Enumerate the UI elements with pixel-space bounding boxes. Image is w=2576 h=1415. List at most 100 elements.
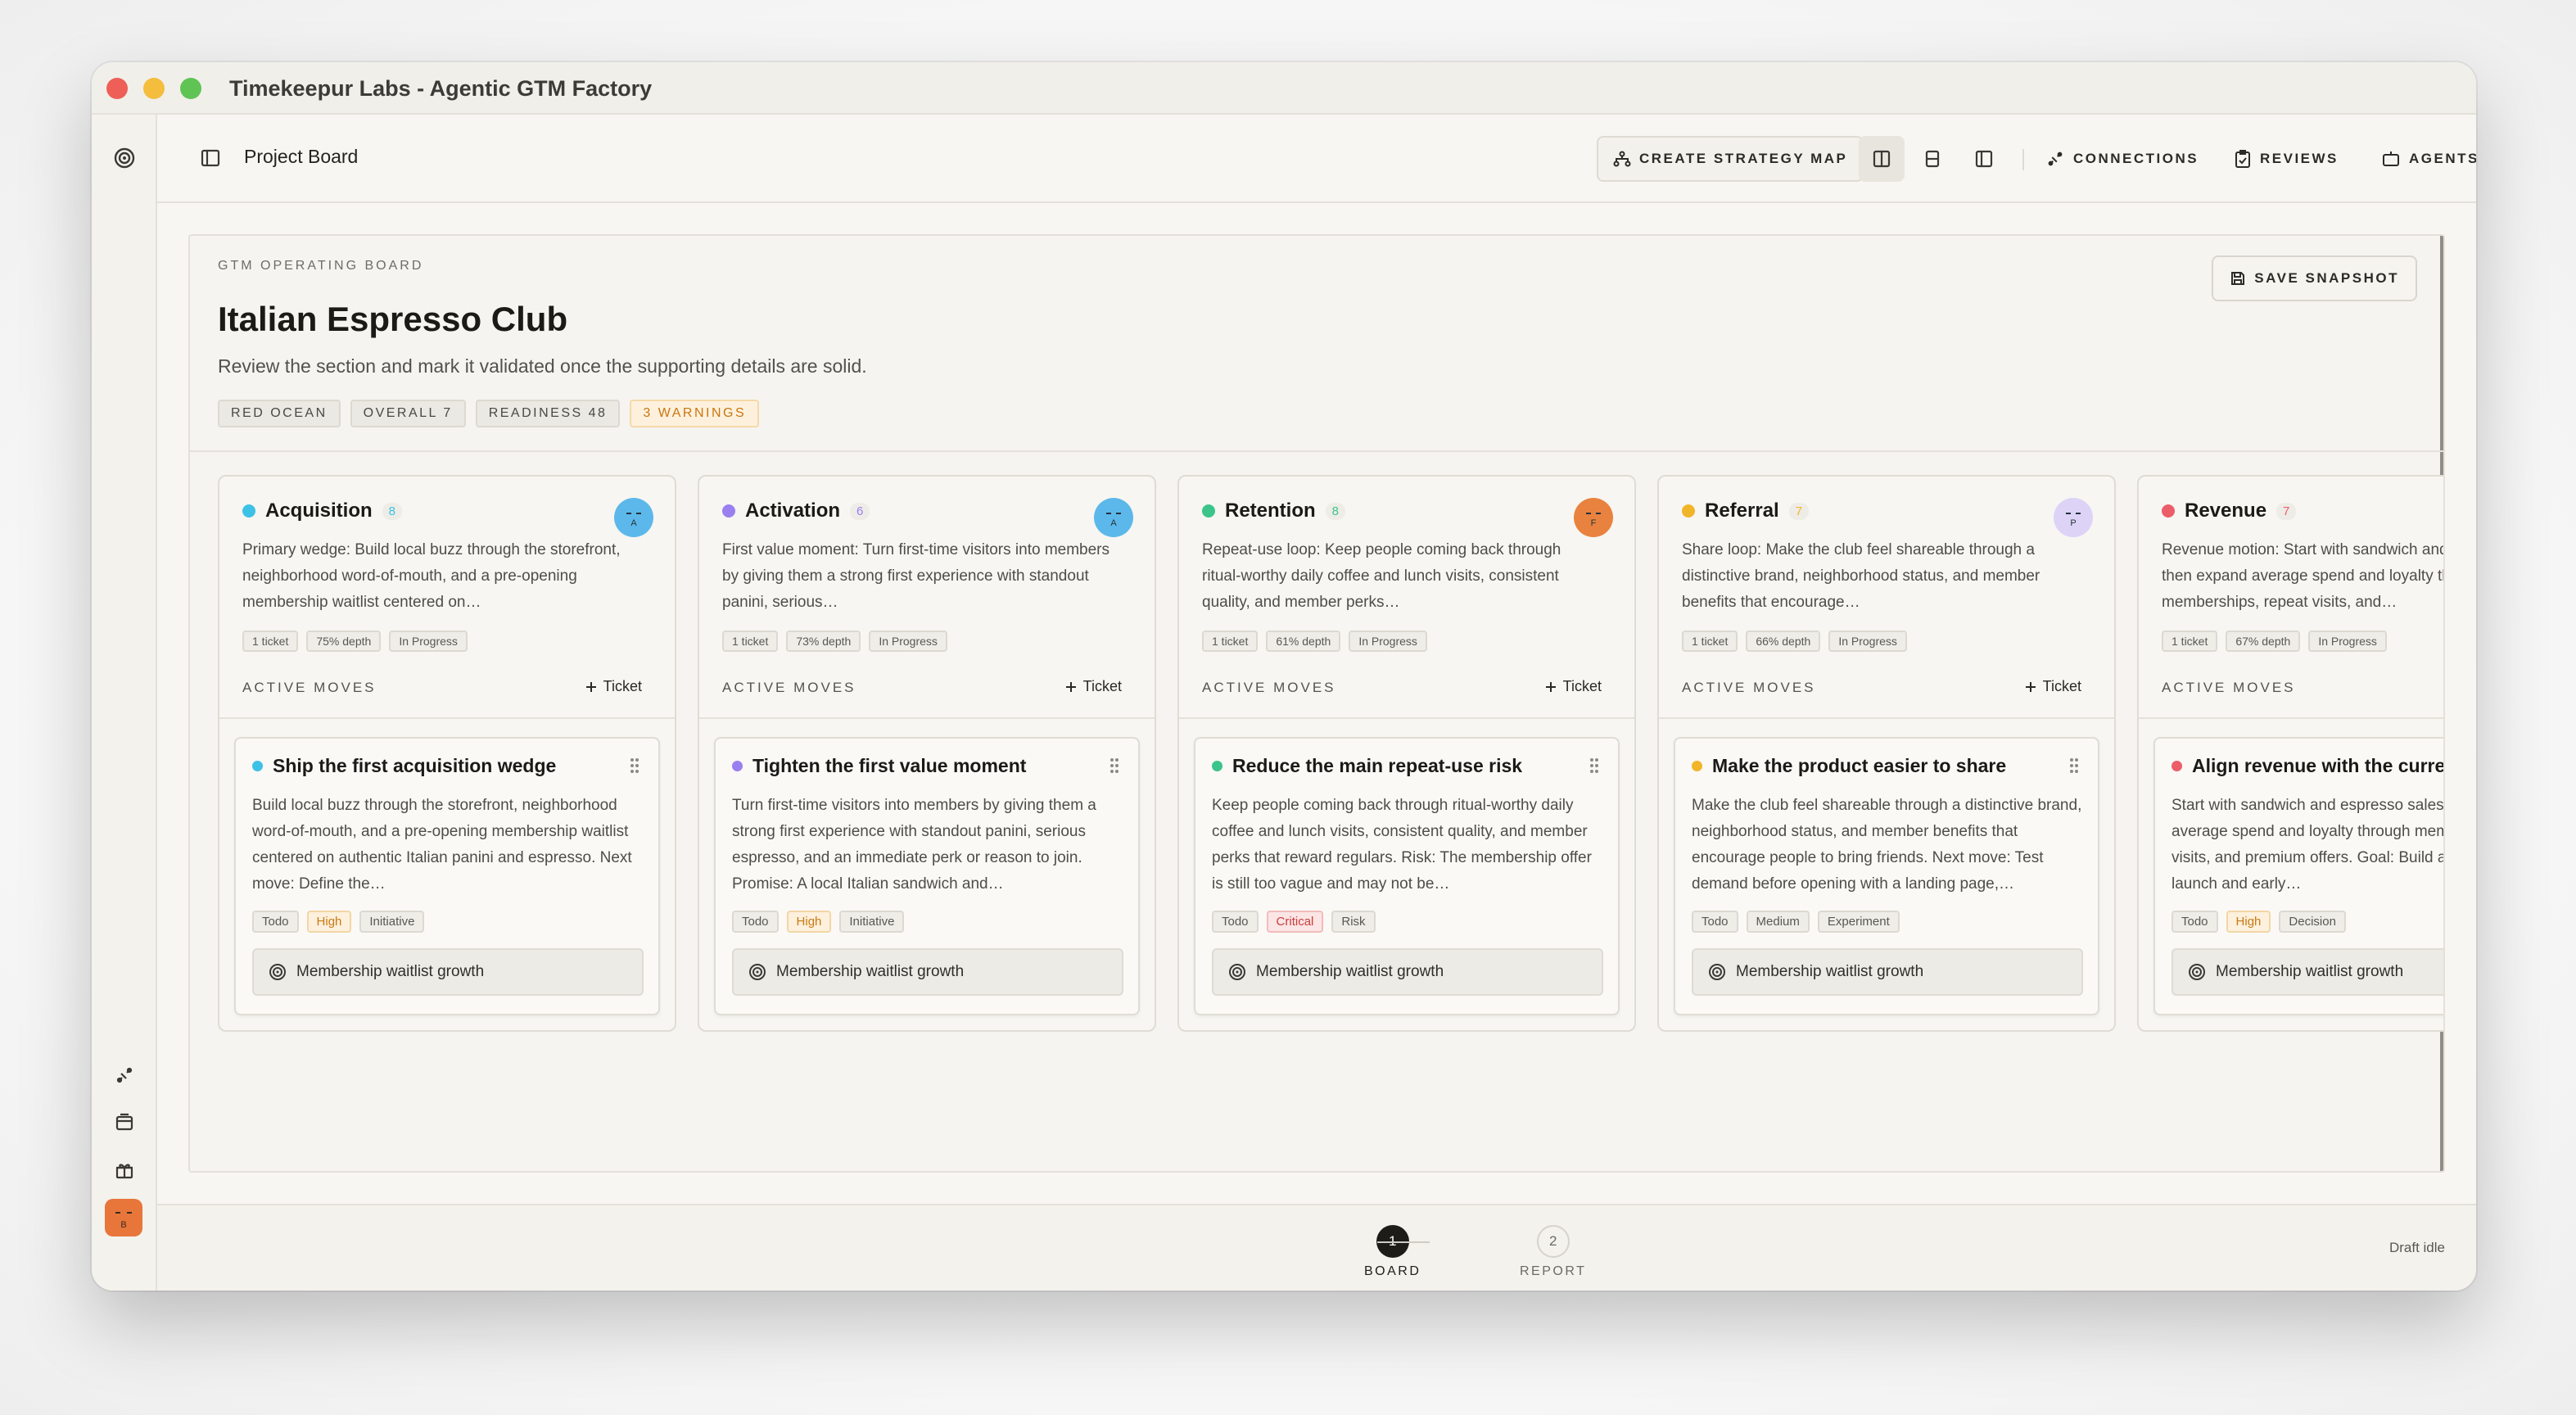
ticket-title[interactable]: Ship the first acquisition wedge [273, 755, 556, 777]
reviews-button[interactable]: REVIEWS [2234, 136, 2339, 182]
lane-status-dot [242, 504, 255, 518]
board-badges: RED OCEAN OVERALL 7 READINESS 48 3 WARNI… [218, 400, 760, 427]
ticket-description: Build local buzz through the storefront,… [252, 797, 632, 893]
lane-activation[interactable]: Activation 6 A First value moment: Turn … [698, 475, 1156, 1032]
lane-count-badge: 7 [1788, 502, 1810, 520]
ticket-card[interactable]: Tighten the first value moment Turn firs… [714, 737, 1140, 1015]
lane-chips: 1 ticket 73% depth In Progress [722, 631, 947, 652]
plus-icon [1065, 681, 1076, 692]
gift-sidebar-icon[interactable] [112, 1158, 137, 1182]
ticket-card[interactable]: Align revenue with the current motion St… [2153, 737, 2443, 1015]
split-view-icon[interactable] [1859, 136, 1905, 182]
lane-owner-avatar[interactable]: A [614, 498, 653, 537]
lane-name[interactable]: Revenue [2185, 500, 2266, 522]
add-ticket-label: Ticket [603, 678, 642, 694]
app-logo-icon[interactable] [112, 146, 137, 170]
ticket-tag: High [306, 911, 352, 933]
breadcrumb-project-board[interactable]: Project Board [244, 146, 358, 168]
ticket-card[interactable]: Ship the first acquisition wedge Build l… [234, 737, 660, 1015]
lane-chips: 1 ticket 67% depth In Progress [2162, 631, 2387, 652]
drag-handle-icon[interactable] [2068, 757, 2080, 780]
lane-chip: In Progress [1349, 631, 1427, 652]
svg-text:A: A [1110, 518, 1117, 528]
panel-view-icon[interactable] [1961, 136, 2007, 182]
library-sidebar-icon[interactable] [112, 1110, 137, 1135]
lane-referral[interactable]: Referral 7 P Share loop: Make the club f… [1657, 475, 2116, 1032]
left-sidebar: B [92, 115, 157, 1291]
lane-chip: 1 ticket [722, 631, 779, 652]
lane-divider [699, 717, 1155, 719]
ticket-title[interactable]: Make the product easier to share [1712, 755, 2006, 777]
ticket-title[interactable]: Align revenue with the current motion [2192, 755, 2443, 777]
lane-chip: 1 ticket [2162, 631, 2218, 652]
step-report[interactable]: 2 REPORT [1520, 1225, 1586, 1279]
ticket-goal[interactable]: Membership waitlist growth [732, 948, 1123, 996]
ticket-tag: Experiment [1817, 911, 1900, 933]
ticket-goal[interactable]: Membership waitlist growth [252, 948, 644, 996]
ticket-title[interactable]: Tighten the first value moment [752, 755, 1026, 777]
ticket-card[interactable]: Reduce the main repeat-use risk Keep peo… [1194, 737, 1620, 1015]
ticket-card[interactable]: Make the product easier to share Make th… [1674, 737, 2099, 1015]
ticket-tag: Medium [1746, 911, 1810, 933]
badge-warnings[interactable]: 3 WARNINGS [630, 400, 760, 427]
save-snapshot-button[interactable]: SAVE SNAPSHOT [2212, 255, 2417, 301]
badge-overall: OVERALL 7 [350, 400, 466, 427]
lane-owner-avatar[interactable]: F [1574, 498, 1613, 537]
lane-revenue[interactable]: Revenue 7 Revenue motion: Start with san… [2137, 475, 2443, 1032]
sidebar-toggle-icon[interactable] [198, 146, 223, 170]
lane-chip: In Progress [1828, 631, 1907, 652]
lane-acquisition[interactable]: Acquisition 8 A Primary wedge: Build loc… [218, 475, 676, 1032]
ticket-tag: Todo [2172, 911, 2218, 933]
ticket-goal[interactable]: Membership waitlist growth [1212, 948, 1603, 996]
drag-handle-icon[interactable] [629, 757, 640, 780]
add-ticket-button[interactable]: Ticket [1545, 678, 1602, 695]
window-title: Timekeepur Labs - Agentic GTM Factory [229, 76, 653, 101]
ticket-tag: Todo [1692, 911, 1738, 933]
lane-name[interactable]: Activation [745, 500, 840, 522]
zoom-window-button[interactable] [180, 78, 201, 99]
drag-handle-icon[interactable] [1109, 757, 1120, 780]
lane-chip: 67% depth [2226, 631, 2301, 652]
step-report-number: 2 [1536, 1225, 1570, 1258]
reviews-label: REVIEWS [2260, 151, 2339, 166]
step-board[interactable]: 1 BOARD [1364, 1225, 1421, 1279]
lane-name[interactable]: Referral [1705, 500, 1779, 522]
add-ticket-button[interactable]: Ticket [2025, 678, 2081, 695]
drag-handle-icon[interactable] [1589, 757, 1600, 780]
badge-readiness: READINESS 48 [475, 400, 621, 427]
agents-button[interactable]: AGENTS [2381, 136, 2476, 182]
plus-icon [585, 681, 596, 692]
ticket-tag: Initiative [839, 911, 905, 933]
lane-chip: 66% depth [1746, 631, 1821, 652]
ticket-status-dot [1692, 761, 1702, 771]
stacked-view-icon[interactable] [1909, 136, 1955, 182]
lane-name[interactable]: Retention [1225, 500, 1316, 522]
add-ticket-button[interactable]: Ticket [585, 678, 642, 695]
lane-retention[interactable]: Retention 8 F Repeat-use loop: Keep peop… [1177, 475, 1636, 1032]
lane-chip: 75% depth [306, 631, 382, 652]
ticket-goal[interactable]: Membership waitlist growth [2172, 948, 2443, 996]
lane-description: Share loop: Make the club feel shareable… [1682, 541, 2040, 611]
step-connector [1377, 1241, 1430, 1243]
ticket-title[interactable]: Reduce the main repeat-use risk [1232, 755, 1522, 777]
lane-owner-avatar[interactable]: A [1094, 498, 1133, 537]
ticket-tag: Initiative [359, 911, 425, 933]
add-ticket-label: Ticket [1562, 678, 1602, 694]
lane-name[interactable]: Acquisition [265, 500, 373, 522]
add-ticket-button[interactable]: Ticket [1065, 678, 1122, 695]
lane-divider [219, 717, 675, 719]
user-avatar[interactable]: B [105, 1199, 142, 1236]
minimize-window-button[interactable] [143, 78, 165, 99]
add-ticket-label: Ticket [2042, 678, 2081, 694]
lane-description: Primary wedge: Build local buzz through … [242, 541, 621, 611]
connections-button[interactable]: CONNECTIONS [2045, 136, 2199, 182]
ticket-goal-label: Membership waitlist growth [296, 963, 485, 980]
create-strategy-map-button[interactable]: CREATE STRATEGY MAP [1597, 136, 1864, 182]
close-window-button[interactable] [106, 78, 128, 99]
lane-header: Retention 8 [1202, 500, 1346, 522]
ticket-goal-label: Membership waitlist growth [2216, 963, 2404, 980]
connections-sidebar-icon[interactable] [112, 1063, 137, 1087]
ticket-goal[interactable]: Membership waitlist growth [1692, 948, 2083, 996]
lane-owner-avatar[interactable]: P [2054, 498, 2093, 537]
footer-stepper: 1 BOARD 2 REPORT Draft idle [157, 1204, 2476, 1291]
